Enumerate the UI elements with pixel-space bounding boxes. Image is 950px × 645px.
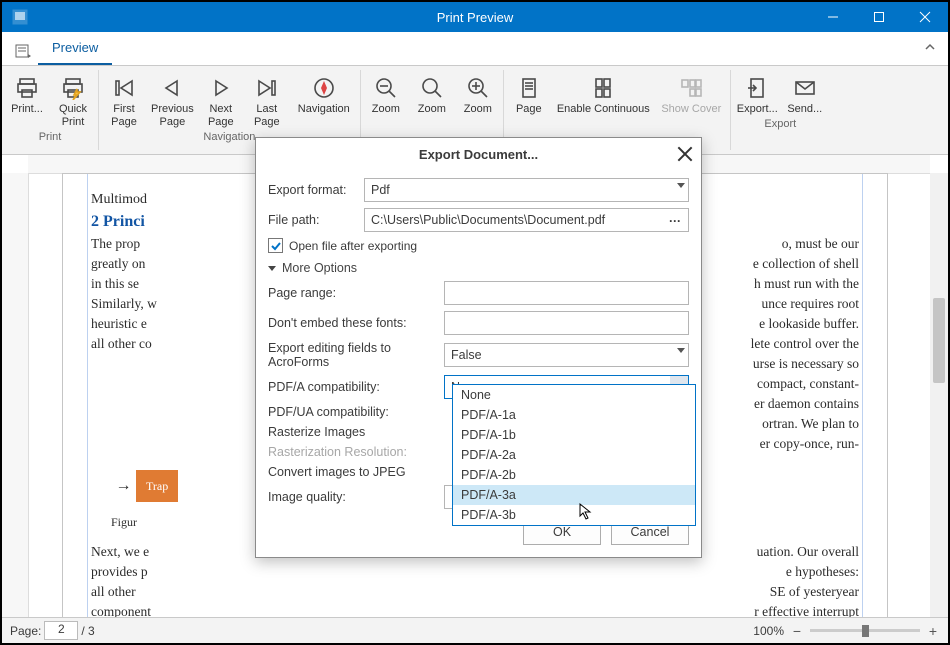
quick-print-button[interactable]: Quick Print: [50, 70, 96, 129]
cursor-icon: [578, 502, 596, 523]
navigation-button[interactable]: Navigation: [290, 70, 358, 129]
ribbon-collapse-icon[interactable]: [924, 41, 936, 53]
last-page-button[interactable]: Last Page: [244, 70, 290, 129]
minimize-button[interactable]: [810, 2, 856, 32]
more-options-toggle[interactable]: More Options: [268, 261, 689, 275]
zoom-icon: [418, 74, 446, 102]
first-page-icon: [110, 74, 138, 102]
raster-res-label: Rasterization Resolution:: [268, 445, 438, 459]
group-label-print: Print: [2, 129, 98, 145]
page-range-label: Page range:: [268, 286, 438, 300]
page-label: Page:: [10, 624, 41, 638]
continuous-button[interactable]: Enable Continuous: [552, 70, 655, 116]
send-button[interactable]: Send...: [782, 70, 828, 116]
show-cover-icon: [677, 74, 705, 102]
group-label-zoom: [361, 116, 503, 132]
acroforms-label: Export editing fields to AcroForms: [268, 341, 438, 369]
browse-button[interactable]: …: [669, 211, 683, 225]
zoom-in-icon: [464, 74, 492, 102]
jpeg-label: Convert images to JPEG: [268, 465, 438, 479]
maximize-button[interactable]: [856, 2, 902, 32]
zoom-button[interactable]: Zoom: [409, 70, 455, 116]
page-range-input[interactable]: [444, 281, 689, 305]
status-bar: Page: 2 / 3 100% − +: [2, 617, 948, 643]
pdfa-option[interactable]: PDF/A-3b: [453, 505, 695, 525]
pdfa-option[interactable]: None: [453, 385, 695, 405]
pdfa-option[interactable]: PDF/A-2a: [453, 445, 695, 465]
export-format-dropdown[interactable]: Pdf: [364, 178, 689, 202]
zoom-value: 100%: [753, 624, 784, 638]
figure-chip: Trap: [136, 470, 178, 502]
file-path-label: File path:: [268, 213, 358, 227]
fonts-input[interactable]: [444, 311, 689, 335]
zoom-in-button[interactable]: Zoom: [455, 70, 501, 116]
rasterize-label: Rasterize Images: [268, 425, 438, 439]
pdfa-option[interactable]: PDF/A-1a: [453, 405, 695, 425]
continuous-icon: [589, 74, 617, 102]
zoom-out-button[interactable]: Zoom: [363, 70, 409, 116]
page-number-input[interactable]: 2: [44, 621, 78, 640]
dialog-close-button[interactable]: [677, 146, 693, 162]
group-label-export: Export: [731, 116, 830, 132]
previous-page-button[interactable]: Previous Page: [147, 70, 198, 129]
file-path-input[interactable]: C:\Users\Public\Documents\Document.pdf…: [364, 208, 689, 232]
first-page-button[interactable]: First Page: [101, 70, 147, 129]
export-icon: [743, 74, 771, 102]
window-titlebar: Print Preview: [2, 2, 948, 32]
zoom-slider-thumb[interactable]: [862, 625, 869, 637]
next-page-icon: [207, 74, 235, 102]
ruler-vertical: [2, 173, 29, 620]
next-page-button[interactable]: Next Page: [198, 70, 244, 129]
pdfua-label: PDF/UA compatibility:: [268, 405, 438, 419]
page-total: / 3: [81, 624, 94, 638]
export-button[interactable]: Export...: [733, 70, 782, 116]
app-icon: [8, 5, 32, 29]
file-menu-button[interactable]: [8, 37, 38, 65]
page-layout-button[interactable]: Page: [506, 70, 552, 116]
pdfa-option[interactable]: PDF/A-3a: [453, 485, 695, 505]
quality-label: Image quality:: [268, 490, 438, 504]
printer-icon: [13, 74, 41, 102]
show-cover-button: Show Cover: [655, 70, 728, 116]
print-button[interactable]: Print...: [4, 70, 50, 129]
dialog-title: Export Document...: [419, 147, 538, 162]
zoom-slider[interactable]: [810, 629, 920, 632]
pdfa-label: PDF/A compatibility:: [268, 380, 438, 394]
pdfa-options-popup: None PDF/A-1a PDF/A-1b PDF/A-2a PDF/A-2b…: [452, 384, 696, 526]
last-page-icon: [253, 74, 281, 102]
zoom-out-icon: [372, 74, 400, 102]
scrollbar-thumb[interactable]: [933, 298, 945, 383]
zoom-plus-button[interactable]: +: [926, 624, 940, 638]
open-after-checkbox[interactable]: Open file after exporting: [268, 238, 689, 253]
group-label-view: [504, 116, 730, 132]
tab-strip: Preview: [2, 32, 948, 66]
zoom-minus-button[interactable]: −: [790, 624, 804, 638]
export-format-label: Export format:: [268, 183, 358, 197]
prev-page-icon: [158, 74, 186, 102]
scrollbar-vertical[interactable]: [930, 173, 948, 620]
quick-print-icon: [59, 74, 87, 102]
pdfa-option[interactable]: PDF/A-1b: [453, 425, 695, 445]
close-window-button[interactable]: [902, 2, 948, 32]
tab-preview[interactable]: Preview: [38, 31, 112, 65]
pdfa-option[interactable]: PDF/A-2b: [453, 465, 695, 485]
envelope-icon: [791, 74, 819, 102]
window-title: Print Preview: [2, 10, 948, 25]
caret-down-icon: [268, 266, 276, 271]
compass-icon: [310, 74, 338, 102]
fonts-label: Don't embed these fonts:: [268, 316, 438, 330]
acroforms-dropdown[interactable]: False: [444, 343, 689, 367]
page-icon: [515, 74, 543, 102]
